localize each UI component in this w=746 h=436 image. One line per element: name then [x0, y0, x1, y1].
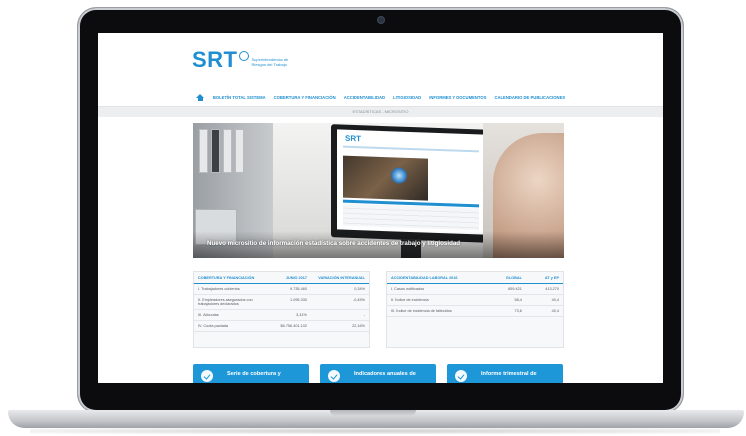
check-icon [455, 370, 467, 382]
site-header: SRT Superintendencia de Riesgos del Trab… [98, 33, 663, 88]
column-header: GLOBAL [485, 272, 526, 284]
nav-item-calendario[interactable]: CALENDARIO DE PUBLICACIONES [494, 95, 565, 100]
laptop-screen: SRT Superintendencia de Riesgos del Trab… [98, 33, 663, 383]
table-cell: 9.735.460 [274, 283, 311, 295]
nav-item-informes[interactable]: INFORMES Y DOCUMENTOS [429, 95, 486, 100]
welding-spark [391, 167, 407, 184]
table-cell: I. Casos notificados [387, 283, 486, 295]
coverage-table: COBERTURA Y FINANCIACIÓN JUNIO 2017 VARI… [194, 272, 369, 332]
table-row: II. Empleadores asegurados con trabajado… [194, 294, 369, 310]
home-icon[interactable] [195, 93, 205, 101]
monitor-screen: SRT [337, 129, 485, 235]
card-serie-cobertura[interactable]: Serie de cobertura y [193, 364, 309, 383]
monitor-illustration: SRT [331, 124, 491, 243]
nav-item-accidentabilidad[interactable]: ACCIDENTABILIDAD [344, 95, 385, 100]
table-cell: 40,4 [525, 294, 563, 306]
table-row: IV. Cuota pactada $6.756.401.102 22,16% [194, 320, 369, 332]
breadcrumb: ESTADÍSTICAS - MICROSITIO [352, 109, 409, 114]
column-header: AT y EP [525, 272, 563, 284]
coverage-table-card: COBERTURA Y FINANCIACIÓN JUNIO 2017 VARI… [193, 271, 370, 348]
table-cell: 1.095.330 [274, 294, 311, 310]
logo-text: SRT [192, 47, 238, 72]
table-cell: 3,41% [274, 309, 311, 321]
monitor-nav [343, 145, 479, 153]
camera-icon [378, 17, 384, 23]
column-header: ACCIDENTABILIDAD LABORAL 2016 [387, 272, 486, 284]
srt-logo[interactable]: SRT Superintendencia de Riesgos del Trab… [192, 47, 296, 73]
main-nav: BOLETÍN TOTAL SISTEMA COBERTURA Y FINANC… [98, 90, 663, 104]
table-cell: III. Índice de incidencia de fallecidos [387, 305, 486, 317]
table-cell: I. Trabajadores cubiertos [194, 283, 275, 295]
table-cell: IV. Cuota pactada [194, 320, 275, 332]
card-indicadores-anuales[interactable]: Indicadores anuales de [320, 364, 436, 383]
laptop-shadow [30, 428, 720, 434]
check-icon [328, 370, 340, 382]
table-cell: $6.756.401.102 [274, 320, 311, 332]
binder [235, 129, 244, 173]
table-cell: 58,4 [485, 294, 526, 306]
card-label: Indicadores anuales de [354, 371, 416, 377]
monitor-table [343, 203, 479, 231]
binder [199, 129, 208, 173]
table-cell: 40,4 [525, 305, 563, 317]
table-row: III. Índice de incidencia de fallecidos … [387, 305, 563, 317]
table-cell: III. Alícuotas [194, 309, 275, 321]
table-cell: 0,34% [310, 283, 369, 295]
monitor-welder-image [343, 155, 428, 201]
table-row: II. Índice de incidencia 58,4 40,4 [387, 294, 563, 306]
card-label: Serie de cobertura y [227, 371, 281, 377]
laptop-notch [330, 410, 416, 416]
hero-caption[interactable]: Nuevo micrositio de información estadíst… [207, 240, 460, 247]
table-cell: 22,16% [310, 320, 369, 332]
binder [223, 129, 232, 173]
table-cell: -0,45% [310, 294, 369, 310]
column-header: VARIACIÓN INTERANUAL [310, 272, 369, 284]
table-row: I. Casos notificados 659.421 413.270 [387, 283, 563, 295]
accident-table-card: ACCIDENTABILIDAD LABORAL 2016 GLOBAL AT … [386, 271, 564, 348]
binders [199, 129, 244, 173]
nav-item-litigiosidad[interactable]: LITIGIOSIDAD [393, 95, 421, 100]
monitor-logo: SRT [345, 133, 361, 144]
table-header-row: ACCIDENTABILIDAD LABORAL 2016 GLOBAL AT … [387, 272, 563, 284]
check-icon [201, 370, 213, 382]
column-header: JUNIO 2017 [274, 272, 311, 284]
card-informe-trimestral[interactable]: Informe trimestral de [447, 364, 563, 383]
nav-item-cobertura[interactable]: COBERTURA Y FINANCIACIÓN [274, 95, 336, 100]
binder [211, 129, 220, 173]
table-row: I. Trabajadores cubiertos 9.735.460 0,34… [194, 283, 369, 295]
logo-subtitle: Superintendencia de Riesgos del Trabajo [251, 57, 289, 67]
table-cell: 659.421 [485, 283, 526, 295]
column-header: COBERTURA Y FINANCIACIÓN [194, 272, 275, 284]
table-cell: II. Índice de incidencia [387, 294, 486, 306]
nav-item-boletin[interactable]: BOLETÍN TOTAL SISTEMA [213, 95, 266, 100]
table-cell: 413.270 [525, 283, 563, 295]
hero-banner[interactable]: SRT Nuevo micrositio de información esta… [193, 123, 564, 258]
table-cell: II. Empleadores asegurados con trabajado… [194, 294, 275, 310]
breadcrumb-bar: ESTADÍSTICAS - MICROSITIO [98, 106, 663, 117]
card-label: Informe trimestral de [481, 371, 537, 377]
logo-mark-icon [238, 51, 249, 61]
table-header-row: COBERTURA Y FINANCIACIÓN JUNIO 2017 VARI… [194, 272, 369, 284]
table-cell: 73,6 [485, 305, 526, 317]
table-row: III. Alícuotas 3,41% - [194, 309, 369, 321]
table-cell: - [310, 309, 369, 321]
accident-table: ACCIDENTABILIDAD LABORAL 2016 GLOBAL AT … [387, 272, 563, 317]
